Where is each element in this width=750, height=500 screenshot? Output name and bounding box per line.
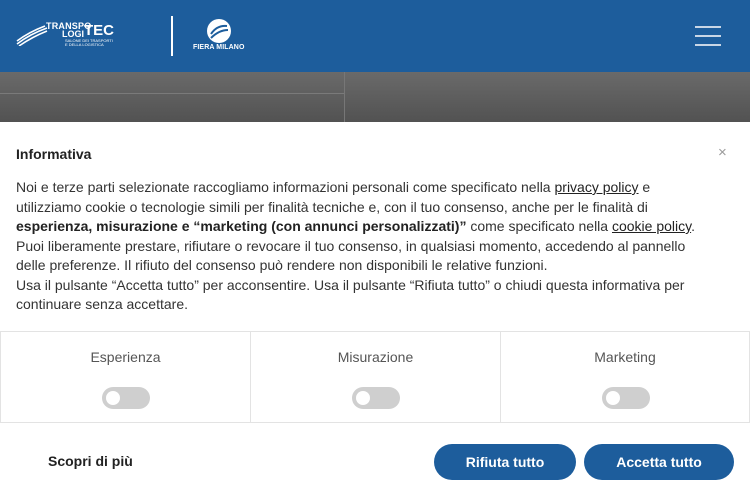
privacy-policy-link[interactable]: privacy policy <box>555 179 639 195</box>
cookie-consent-panel: Informativa × Noi e terze parti selezion… <box>0 122 750 500</box>
logo-subtitle-2: E DELLA LOGISTICA <box>65 42 104 47</box>
cookie-policy-link[interactable]: cookie policy <box>612 218 691 234</box>
misurazione-toggle[interactable] <box>352 387 400 409</box>
logo-divider <box>171 16 173 56</box>
category-misurazione: Misurazione <box>250 331 501 423</box>
accept-all-button[interactable]: Accetta tutto <box>584 444 734 480</box>
category-marketing: Marketing <box>500 331 750 423</box>
category-label: Marketing <box>594 349 656 365</box>
consent-categories: Esperienza Misurazione Marketing <box>0 331 750 423</box>
category-label: Misurazione <box>337 349 414 365</box>
reject-all-button[interactable]: Rifiuta tutto <box>434 444 576 480</box>
fiera-milano-logo[interactable]: FIERA MILANO <box>193 19 247 53</box>
learn-more-button[interactable]: Scopri di più <box>48 453 133 469</box>
consent-title: Informativa <box>16 146 92 162</box>
background-divider <box>344 72 345 122</box>
background-image <box>0 72 750 122</box>
marketing-toggle[interactable] <box>602 387 650 409</box>
transpologitec-logo[interactable]: TRANSPO LOGI TEC SALONE DEI TRASPORTI E … <box>16 22 116 48</box>
category-esperienza: Esperienza <box>0 331 251 423</box>
close-icon[interactable]: × <box>718 145 727 161</box>
background-line <box>0 93 344 94</box>
consent-instructions: Usa il pulsante “Accetta tutto” per acco… <box>16 276 685 313</box>
esperienza-toggle[interactable] <box>102 387 150 409</box>
fiera-milano-text: FIERA MILANO <box>193 44 245 51</box>
consent-text-part: come specificato nella <box>466 218 612 234</box>
logo-tec: TEC <box>84 22 114 39</box>
consent-purposes: esperienza, misurazione e “marketing (co… <box>16 218 467 234</box>
hamburger-icon[interactable] <box>695 26 721 46</box>
category-label: Esperienza <box>90 349 161 365</box>
site-header: TRANSPO LOGI TEC SALONE DEI TRASPORTI E … <box>0 0 750 72</box>
consent-text-part: Noi e terze parti selezionate raccogliam… <box>16 179 555 195</box>
fiera-milano-emblem-icon <box>207 19 231 43</box>
consent-text: Noi e terze parti selezionate raccogliam… <box>16 178 716 315</box>
swoosh-icon <box>16 25 48 46</box>
